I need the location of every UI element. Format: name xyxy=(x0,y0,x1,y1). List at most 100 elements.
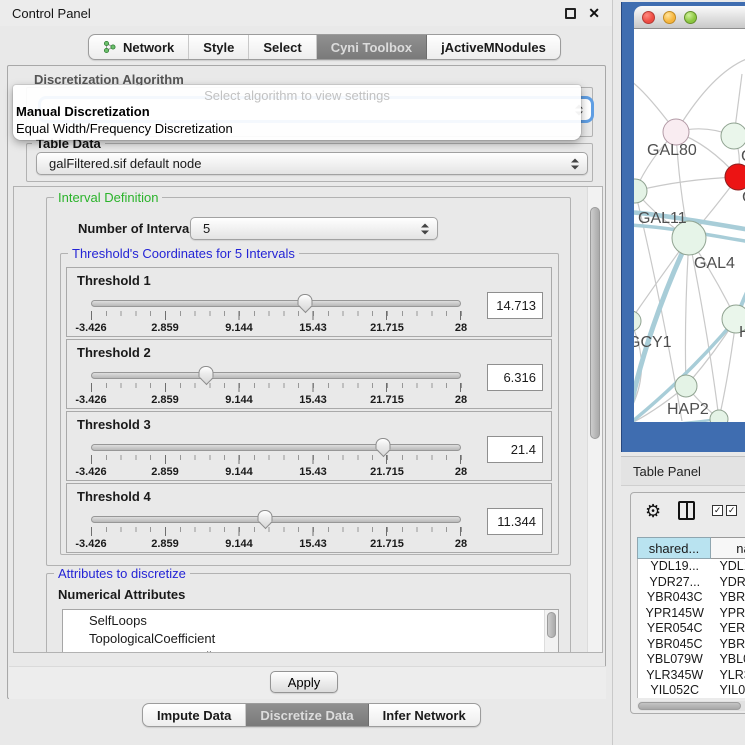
table-row[interactable]: YDL19...YDL1 xyxy=(638,559,745,575)
tab-jactivemnodules[interactable]: jActiveMNodules xyxy=(427,35,560,59)
threshold-1-label: Threshold 1 xyxy=(77,273,151,288)
dropdown-option-equal-width-frequency[interactable]: Equal Width/Frequency Discretization xyxy=(16,121,233,136)
list-item-betweennesscentrality[interactable]: BetweennessCentrality xyxy=(89,648,558,653)
cell[interactable]: YBL079W xyxy=(638,652,711,668)
tick-label: 28 xyxy=(455,466,467,478)
table-row[interactable]: YBR045CYBR0 xyxy=(638,637,745,653)
tick-label: -3.426 xyxy=(75,322,106,334)
cell[interactable]: YDR27... xyxy=(638,575,711,591)
tick-label: 28 xyxy=(455,394,467,406)
tab-infer-network-label: Infer Network xyxy=(383,708,466,723)
threshold-3-slider[interactable]: -3.426 2.859 9.144 15.43 21.715 28 xyxy=(91,438,461,480)
cell[interactable]: YBR0 xyxy=(711,637,745,653)
cell[interactable]: YER054C xyxy=(638,621,711,637)
tick-label: -3.426 xyxy=(75,394,106,406)
zoom-traffic-light-icon[interactable] xyxy=(684,11,697,24)
settings-vertical-scrollbar[interactable] xyxy=(587,187,602,652)
threshold-1-slider-thumb[interactable] xyxy=(297,294,312,306)
threshold-4-slider-thumb[interactable] xyxy=(257,510,272,522)
cell[interactable]: YDL1 xyxy=(711,559,745,575)
cell[interactable]: YIL052C xyxy=(638,683,711,698)
minimize-traffic-light-icon[interactable] xyxy=(663,11,676,24)
table-panel: ⚙ ✓ ✓ shared... na YDL19...YDL1 YDR27...… xyxy=(630,492,745,714)
cell[interactable]: YPR1 xyxy=(711,606,745,622)
checkbox-icon[interactable]: ✓ xyxy=(726,505,737,516)
node-gcy1[interactable] xyxy=(634,311,641,331)
number-of-intervals-combobox[interactable]: 5 xyxy=(190,217,438,240)
tab-impute-data[interactable]: Impute Data xyxy=(143,704,246,726)
node-hap2[interactable] xyxy=(675,375,697,397)
threshold-1-slider[interactable]: -3.426 2.859 9.144 15.43 21.715 28 xyxy=(91,294,461,336)
slider-ticks xyxy=(91,527,462,536)
tab-select[interactable]: Select xyxy=(249,35,316,59)
list-scrollbar[interactable] xyxy=(544,610,558,653)
cell[interactable]: YBR043C xyxy=(638,590,711,606)
cell[interactable]: YER0 xyxy=(711,621,745,637)
close-traffic-light-icon[interactable] xyxy=(642,11,655,24)
apply-button[interactable]: Apply xyxy=(270,671,338,693)
dropdown-option-manual-discretization[interactable]: Manual Discretization xyxy=(16,104,150,119)
threshold-3-slider-thumb[interactable] xyxy=(376,438,391,450)
close-icon[interactable]: ✕ xyxy=(588,5,600,22)
list-item-topologicalcoefficient[interactable]: TopologicalCoefficient xyxy=(89,630,558,648)
gear-icon[interactable]: ⚙ xyxy=(645,502,661,520)
table-row[interactable]: YBL079WYBL0 xyxy=(638,652,745,668)
node-gal11[interactable] xyxy=(634,179,647,203)
table-row[interactable]: YBR043CYBR0 xyxy=(638,590,745,606)
column-header-shared-name[interactable]: shared... xyxy=(637,537,711,559)
threshold-3-value-field[interactable]: 21.4 xyxy=(487,436,543,463)
cell[interactable]: YBR045C xyxy=(638,637,711,653)
list-item-selfloops[interactable]: SelfLoops xyxy=(89,612,558,630)
slider-tick-labels: -3.426 2.859 9.144 15.43 21.715 28 xyxy=(91,466,461,478)
tab-style[interactable]: Style xyxy=(189,35,249,59)
table-data-combobox[interactable]: galFiltered.sif default node xyxy=(36,152,588,175)
slider-tick-labels: -3.426 2.859 9.144 15.43 21.715 28 xyxy=(91,322,461,334)
tab-cyni-toolbox[interactable]: Cyni Toolbox xyxy=(317,35,427,59)
threshold-2-slider-thumb[interactable] xyxy=(198,366,213,378)
table-row[interactable]: YIL052CYIL0 xyxy=(638,683,745,698)
scrollbar-thumb[interactable] xyxy=(590,207,600,439)
cell[interactable]: YDR2 xyxy=(711,575,745,591)
cell[interactable]: YPR145W xyxy=(638,606,711,622)
checkbox-icon[interactable]: ✓ xyxy=(712,505,723,516)
node-bottom[interactable] xyxy=(710,410,728,422)
numerical-attributes-list[interactable]: SelfLoops TopologicalCoefficient Between… xyxy=(62,609,559,653)
threshold-1-value-field[interactable]: 14.713 xyxy=(487,292,543,319)
cell[interactable]: YIL0 xyxy=(711,683,745,698)
scrollbar-thumb[interactable] xyxy=(638,702,741,710)
threshold-2-value-field[interactable]: 6.316 xyxy=(487,364,543,391)
threshold-3-panel: Threshold 3 -3.426 2.859 9.144 15.43 21.… xyxy=(66,411,552,481)
table-row[interactable]: YLR345WYLR3 xyxy=(638,668,745,684)
table-horizontal-scrollbar[interactable] xyxy=(637,701,745,711)
tab-impute-data-label: Impute Data xyxy=(157,708,231,723)
cell[interactable]: YLR345W xyxy=(638,668,711,684)
node-selected-red[interactable] xyxy=(725,164,745,190)
threshold-4-slider[interactable]: -3.426 2.859 9.144 15.43 21.715 28 xyxy=(91,510,461,552)
table-row[interactable]: YPR145WYPR1 xyxy=(638,606,745,622)
cell[interactable]: YLR3 xyxy=(711,668,745,684)
node-top-right[interactable] xyxy=(721,123,745,149)
tab-discretize-data[interactable]: Discretize Data xyxy=(246,704,368,726)
tick-label: 9.144 xyxy=(225,466,253,478)
tab-network[interactable]: Network xyxy=(89,35,189,59)
node-label-gal11: GAL11 xyxy=(638,210,687,227)
column-header-name[interactable]: na xyxy=(711,537,745,559)
threshold-4-panel: Threshold 4 -3.426 2.859 9.144 15.43 21.… xyxy=(66,483,552,553)
cell[interactable]: YDL19... xyxy=(638,559,711,575)
tab-infer-network[interactable]: Infer Network xyxy=(369,704,480,726)
table-row[interactable]: YER054CYER0 xyxy=(638,621,745,637)
network-canvas[interactable]: GAL80 GA C GAL11 GAL4 GCY1 H HAP2 xyxy=(634,29,745,422)
algorithm-dropdown-popup: Select algorithm to view settings Manual… xyxy=(13,85,581,140)
cyni-toolbox-panel: Discretization Algorithm Select algorith… xyxy=(7,65,606,699)
tick-label: 2.859 xyxy=(151,538,179,550)
columns-icon[interactable] xyxy=(678,501,695,520)
threshold-coordinates-title: Threshold's Coordinates for 5 Intervals xyxy=(68,246,299,261)
table-row[interactable]: YDR27...YDR2 xyxy=(638,575,745,591)
cell[interactable]: YBL0 xyxy=(711,652,745,668)
slider-ticks xyxy=(91,311,462,320)
threshold-4-value-field[interactable]: 11.344 xyxy=(487,508,543,535)
threshold-2-slider[interactable]: -3.426 2.859 9.144 15.43 21.715 28 xyxy=(91,366,461,408)
float-window-icon[interactable] xyxy=(565,8,576,19)
network-window-titlebar[interactable] xyxy=(634,6,745,29)
cell[interactable]: YBR0 xyxy=(711,590,745,606)
